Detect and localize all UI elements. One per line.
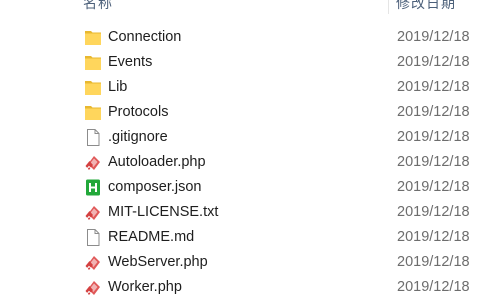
file-date: 2019/12/18 <box>397 104 470 120</box>
php-file-icon <box>84 203 102 222</box>
php-file-icon <box>84 253 102 272</box>
folder-icon <box>84 103 102 122</box>
json-file-icon <box>84 178 102 197</box>
file-row[interactable]: Worker.php 2019/12/18 <box>0 275 480 300</box>
blank-file-icon <box>84 128 102 147</box>
file-row[interactable]: Lib 2019/12/18 <box>0 75 480 100</box>
file-date: 2019/12/18 <box>397 254 470 270</box>
folder-icon <box>84 53 102 72</box>
file-name: Protocols <box>108 104 169 120</box>
file-row[interactable]: README.md 2019/12/18 <box>0 225 480 250</box>
file-name: Lib <box>108 79 128 95</box>
php-file-icon <box>84 278 102 297</box>
folder-icon <box>84 78 102 97</box>
folder-icon <box>84 28 102 47</box>
file-row[interactable]: MIT-LICENSE.txt 2019/12/18 <box>0 200 480 225</box>
file-name: Connection <box>108 29 182 45</box>
file-name: Autoloader.php <box>108 154 206 170</box>
php-file-icon <box>84 153 102 172</box>
file-name: .gitignore <box>108 129 168 145</box>
file-date: 2019/12/18 <box>397 279 470 295</box>
blank-file-icon <box>84 228 102 247</box>
file-row[interactable]: Autoloader.php 2019/12/18 <box>0 150 480 175</box>
file-row[interactable]: Events 2019/12/18 <box>0 50 480 75</box>
file-name: composer.json <box>108 179 202 195</box>
file-name: WebServer.php <box>108 254 208 270</box>
column-header-name[interactable]: 名称 <box>83 0 113 13</box>
file-name: MIT-LICENSE.txt <box>108 204 219 220</box>
column-header-bar: 名称 修改日期 <box>0 0 480 14</box>
file-name: README.md <box>108 229 195 245</box>
file-row[interactable]: .gitignore 2019/12/18 <box>0 125 480 150</box>
file-date: 2019/12/18 <box>397 29 470 45</box>
file-date: 2019/12/18 <box>397 179 470 195</box>
file-date: 2019/12/18 <box>397 204 470 220</box>
file-row[interactable]: composer.json 2019/12/18 <box>0 175 480 200</box>
file-row[interactable]: Connection 2019/12/18 <box>0 25 480 50</box>
file-name: Events <box>108 54 153 70</box>
column-divider[interactable] <box>388 0 389 14</box>
file-date: 2019/12/18 <box>397 154 470 170</box>
file-name: Worker.php <box>108 279 182 295</box>
file-date: 2019/12/18 <box>397 229 470 245</box>
column-header-date-modified[interactable]: 修改日期 <box>396 0 456 13</box>
file-date: 2019/12/18 <box>397 79 470 95</box>
file-date: 2019/12/18 <box>397 129 470 145</box>
file-row[interactable]: WebServer.php 2019/12/18 <box>0 250 480 275</box>
file-date: 2019/12/18 <box>397 54 470 70</box>
file-row[interactable]: Protocols 2019/12/18 <box>0 100 480 125</box>
